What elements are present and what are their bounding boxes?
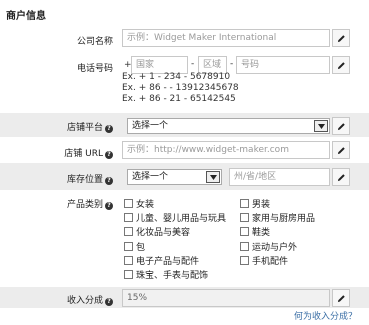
checkbox-box[interactable]	[124, 270, 133, 279]
revenue-label: 收入分成?	[0, 293, 113, 306]
phone-examples: Ex. + 1 - 234 - 5678910 Ex. + 86 - - 139…	[122, 72, 239, 105]
pencil-icon	[337, 122, 345, 130]
category-checkbox[interactable]: 包	[124, 240, 145, 253]
company-input[interactable]: 示例：Widget Maker International	[122, 29, 330, 47]
checkbox-box[interactable]	[240, 227, 249, 236]
pencil-icon	[337, 294, 345, 302]
pencil-icon	[337, 146, 345, 154]
category-checkbox[interactable]: 运动与户外	[240, 240, 297, 253]
checkbox-box[interactable]	[124, 242, 133, 251]
checkbox-box[interactable]	[240, 199, 249, 208]
inventory-edit-button[interactable]	[332, 168, 350, 186]
checkbox-box[interactable]	[124, 213, 133, 222]
category-checkbox[interactable]: 电子产品与配件	[124, 254, 199, 267]
platform-label: 店铺平台?	[0, 120, 113, 133]
category-checkbox[interactable]: 化妆品与美容	[124, 225, 190, 238]
dropdown-arrow-icon	[206, 171, 220, 183]
checkbox-label: 手机配件	[252, 257, 289, 267]
checkbox-label: 化妆品与美容	[136, 228, 191, 238]
pencil-icon	[337, 61, 345, 69]
revenue-help-link[interactable]: 何为收入分成？	[294, 309, 357, 322]
inventory-label: 库存位置?	[0, 172, 113, 185]
company-edit-button[interactable]	[332, 29, 350, 47]
help-icon[interactable]: ?	[105, 151, 113, 159]
phone-example: Ex. + 86 - - 13912345678	[122, 83, 239, 93]
store-url-label: 店铺 URL?	[0, 146, 113, 159]
checkbox-label: 包	[136, 243, 146, 253]
checkbox-label: 男装	[252, 200, 271, 210]
category-checkbox[interactable]: 鞋类	[240, 225, 270, 238]
section-title: 商户信息	[6, 11, 46, 22]
checkbox-label: 电子产品与配件	[136, 257, 200, 267]
store-url-edit-button[interactable]	[332, 141, 350, 159]
checkbox-label: 女装	[136, 200, 155, 210]
help-icon[interactable]: ?	[105, 298, 113, 306]
checkbox-box[interactable]	[240, 256, 249, 265]
company-label: 公司名称	[76, 37, 113, 47]
category-checkbox[interactable]: 手机配件	[240, 254, 288, 267]
inventory-selected: 选择一个	[132, 172, 169, 182]
checkbox-label: 儿童、婴儿用品与玩具	[136, 214, 227, 224]
checkbox-box[interactable]	[124, 256, 133, 265]
inventory-country-select[interactable]: 选择一个	[127, 169, 222, 185]
checkbox-box[interactable]	[124, 199, 133, 208]
help-icon[interactable]: ?	[105, 125, 113, 133]
store-url-input[interactable]: 示例：http://www.widget-maker.com	[122, 141, 330, 159]
checkbox-label: 珠宝、手表与配饰	[136, 271, 209, 281]
checkbox-label: 家用与厨房用品	[252, 214, 316, 224]
category-checkbox[interactable]: 珠宝、手表与配饰	[124, 268, 208, 281]
phone-separator: -	[230, 59, 234, 69]
checkbox-box[interactable]	[240, 213, 249, 222]
phone-example: Ex. + 1 - 234 - 5678910	[122, 72, 231, 82]
platform-selected: 选择一个	[132, 121, 169, 131]
inventory-state-input[interactable]: 州/省/地区	[229, 168, 330, 186]
help-icon[interactable]: ?	[105, 202, 113, 210]
platform-select[interactable]: 选择一个	[127, 118, 330, 134]
checkbox-box[interactable]	[240, 242, 249, 251]
category-checkbox[interactable]: 儿童、婴儿用品与玩具	[124, 211, 226, 224]
category-checkbox[interactable]: 女装	[124, 197, 154, 210]
help-icon[interactable]: ?	[105, 177, 113, 185]
checkbox-label: 运动与户外	[252, 243, 298, 253]
platform-edit-button[interactable]	[332, 117, 350, 135]
revenue-edit-button[interactable]	[332, 289, 350, 307]
phone-edit-button[interactable]	[332, 56, 350, 74]
category-label: 产品类别?	[0, 197, 113, 210]
checkbox-box[interactable]	[124, 227, 133, 236]
phone-example: Ex. + 86 - 21 - 65142545	[122, 94, 236, 104]
checkbox-label: 鞋类	[252, 228, 271, 238]
pencil-icon	[337, 34, 345, 42]
phone-number-input[interactable]: 号码	[236, 56, 330, 74]
category-checkbox[interactable]: 男装	[240, 197, 270, 210]
category-checkbox[interactable]: 家用与厨房用品	[240, 211, 315, 224]
revenue-input: 15%	[122, 289, 330, 307]
dropdown-arrow-icon	[314, 120, 328, 132]
pencil-icon	[337, 173, 345, 181]
phone-label: 电话号码	[76, 64, 113, 74]
phone-separator: -	[191, 59, 195, 69]
